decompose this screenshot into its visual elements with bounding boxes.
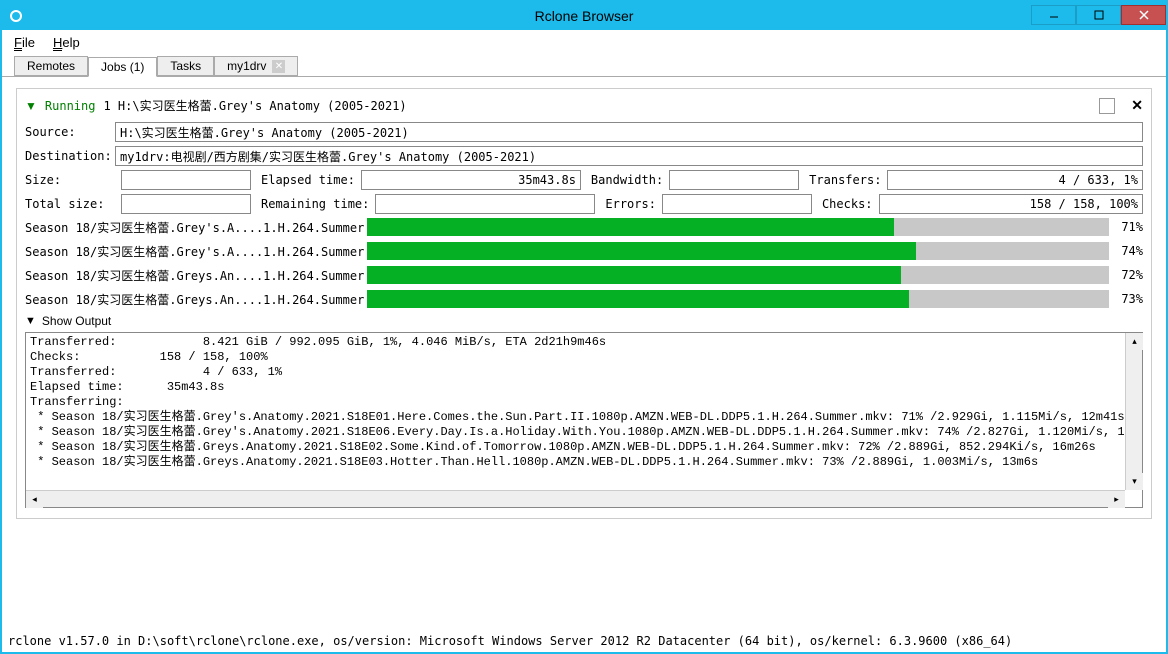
transfer-filename: Season 18/实习医生格蕾.Grey's.A....1.H.264.Sum…: [25, 243, 367, 260]
size-value[interactable]: [121, 170, 251, 190]
job-title: 1 H:\实习医生格蕾.Grey's Anatomy (2005-2021): [103, 97, 406, 114]
app-icon: [8, 8, 24, 24]
running-label: Running: [45, 99, 96, 113]
progress-bar: [367, 218, 1109, 236]
checks-value[interactable]: [879, 194, 1143, 214]
output-text[interactable]: Transferred: 8.421 GiB / 992.095 GiB, 1%…: [26, 333, 1125, 490]
vertical-scrollbar[interactable]: ▴ ▾: [1125, 333, 1142, 490]
elapsed-label: Elapsed time:: [261, 173, 355, 187]
horizontal-scrollbar[interactable]: ◂ ▸: [26, 490, 1125, 507]
scroll-left-icon[interactable]: ◂: [26, 491, 43, 508]
tab-tasks[interactable]: Tasks: [157, 56, 214, 76]
progress-percent: 73%: [1115, 292, 1143, 306]
output-toggle[interactable]: ▼: [25, 315, 36, 327]
tab-my1drv[interactable]: my1drv ✕: [214, 56, 298, 76]
transfer-row: Season 18/实习医生格蕾.Grey's.A....1.H.264.Sum…: [25, 218, 1143, 236]
progress-percent: 71%: [1115, 220, 1143, 234]
tab-remotes[interactable]: Remotes: [14, 56, 88, 76]
document-icon[interactable]: [1099, 98, 1115, 114]
elapsed-value[interactable]: [361, 170, 581, 190]
bandwidth-label: Bandwidth:: [591, 173, 663, 187]
progress-bar: [367, 242, 1109, 260]
transfer-filename: Season 18/实习医生格蕾.Greys.An....1.H.264.Sum…: [25, 267, 367, 284]
destination-label: Destination:: [25, 149, 115, 163]
transfer-filename: Season 18/实习医生格蕾.Greys.An....1.H.264.Sum…: [25, 291, 367, 308]
transfer-row: Season 18/实习医生格蕾.Greys.An....1.H.264.Sum…: [25, 266, 1143, 284]
progress-percent: 74%: [1115, 244, 1143, 258]
job-close-icon[interactable]: ✕: [1131, 97, 1143, 114]
transfer-filename: Season 18/实习医生格蕾.Grey's.A....1.H.264.Sum…: [25, 219, 367, 236]
window-title: Rclone Browser: [535, 8, 634, 24]
scroll-down-icon[interactable]: ▾: [1126, 473, 1143, 490]
menu-help[interactable]: Help: [53, 35, 80, 50]
scroll-up-icon[interactable]: ▴: [1126, 333, 1143, 350]
minimize-button[interactable]: [1031, 5, 1076, 25]
progress-bar: [367, 266, 1109, 284]
show-output-label: Show Output: [42, 314, 111, 328]
errors-label: Errors:: [605, 197, 656, 211]
tab-jobs[interactable]: Jobs (1): [88, 57, 157, 77]
maximize-button[interactable]: [1076, 5, 1121, 25]
scroll-right-icon[interactable]: ▸: [1108, 491, 1125, 508]
transfer-row: Season 18/实习医生格蕾.Grey's.A....1.H.264.Sum…: [25, 242, 1143, 260]
transfer-row: Season 18/实习医生格蕾.Greys.An....1.H.264.Sum…: [25, 290, 1143, 308]
collapse-toggle[interactable]: ▼: [25, 99, 37, 113]
remaining-value[interactable]: [375, 194, 595, 214]
progress-percent: 72%: [1115, 268, 1143, 282]
output-area: Transferred: 8.421 GiB / 992.095 GiB, 1%…: [25, 332, 1143, 508]
errors-value[interactable]: [662, 194, 812, 214]
close-button[interactable]: [1121, 5, 1166, 25]
source-input[interactable]: [115, 122, 1143, 142]
menubar: File Help: [2, 30, 1166, 55]
tab-my1drv-label: my1drv: [227, 59, 266, 73]
transfers-value[interactable]: [887, 170, 1143, 190]
checks-label: Checks:: [822, 197, 873, 211]
totalsize-value[interactable]: [121, 194, 251, 214]
progress-bar: [367, 290, 1109, 308]
destination-input[interactable]: [115, 146, 1143, 166]
transfers-label: Transfers:: [809, 173, 881, 187]
statusbar: rclone v1.57.0 in D:\soft\rclone\rclone.…: [2, 632, 1166, 652]
tab-close-icon[interactable]: ✕: [272, 60, 285, 73]
titlebar: Rclone Browser: [2, 2, 1166, 30]
remaining-label: Remaining time:: [261, 197, 369, 211]
source-label: Source:: [25, 125, 115, 139]
menu-file[interactable]: File: [14, 35, 35, 50]
job-panel: ▼ Running 1 H:\实习医生格蕾.Grey's Anatomy (20…: [16, 88, 1152, 519]
tab-bar: Remotes Jobs (1) Tasks my1drv ✕: [2, 56, 1166, 77]
totalsize-label: Total size:: [25, 197, 115, 211]
bandwidth-value[interactable]: [669, 170, 799, 190]
size-label: Size:: [25, 173, 115, 187]
window-controls: [1031, 7, 1166, 25]
